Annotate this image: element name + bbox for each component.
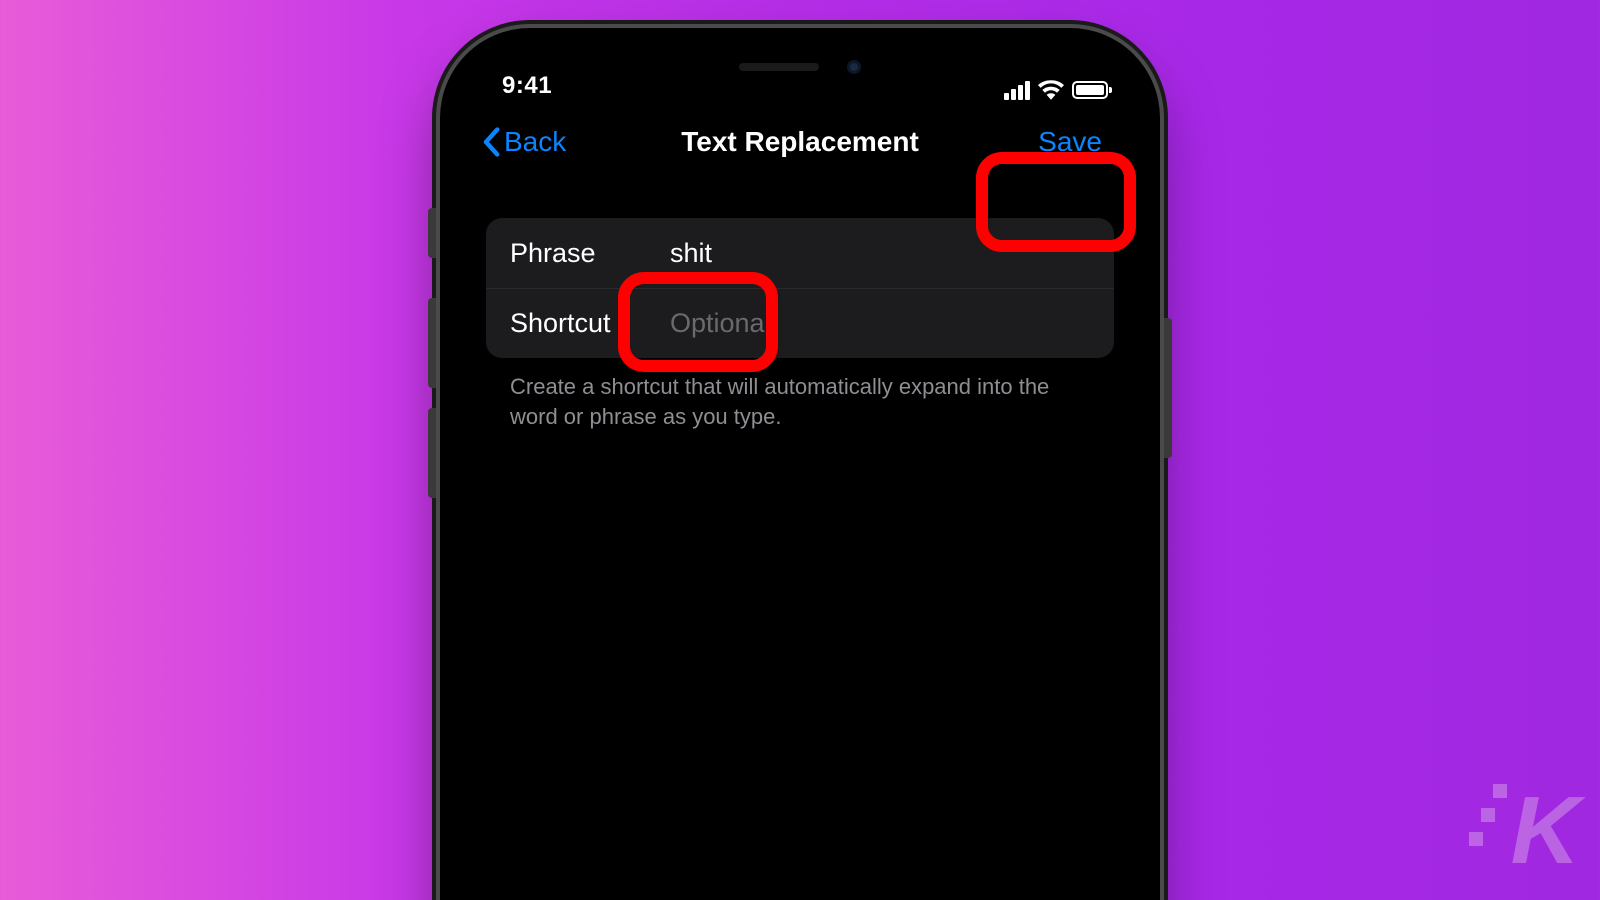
power-button (1164, 318, 1172, 458)
watermark-dots-icon (1469, 784, 1519, 844)
content-area: Phrase Shortcut Create a shortcut that w… (458, 182, 1142, 431)
status-time: 9:41 (502, 72, 552, 100)
footer-description: Create a shortcut that will automaticall… (486, 358, 1114, 431)
wifi-icon (1038, 80, 1064, 100)
status-icons (1002, 80, 1108, 100)
notch (670, 46, 930, 88)
back-button[interactable]: Back (482, 126, 566, 158)
chevron-left-icon (482, 127, 500, 157)
phone-frame: 9:41 Back Text Replacement (440, 28, 1160, 900)
shortcut-input[interactable] (670, 308, 1090, 339)
shortcut-row: Shortcut (486, 288, 1114, 358)
front-camera (847, 60, 861, 74)
navigation-bar: Back Text Replacement Save (458, 102, 1142, 182)
silence-switch (428, 208, 436, 258)
volume-down-button (428, 408, 436, 498)
back-label: Back (504, 126, 566, 158)
phone-screen: 9:41 Back Text Replacement (458, 46, 1142, 900)
battery-icon (1072, 81, 1108, 99)
page-title: Text Replacement (681, 126, 919, 158)
watermark: K (1469, 776, 1576, 886)
speaker-grille (739, 63, 819, 71)
phrase-label: Phrase (510, 238, 670, 269)
cellular-signal-icon (1002, 81, 1030, 100)
save-button[interactable]: Save (1022, 118, 1118, 166)
shortcut-label: Shortcut (510, 308, 670, 339)
phrase-row: Phrase (486, 218, 1114, 288)
settings-group: Phrase Shortcut (486, 218, 1114, 358)
watermark-letter: K (1511, 776, 1576, 886)
volume-up-button (428, 298, 436, 388)
phrase-input[interactable] (670, 238, 1090, 269)
